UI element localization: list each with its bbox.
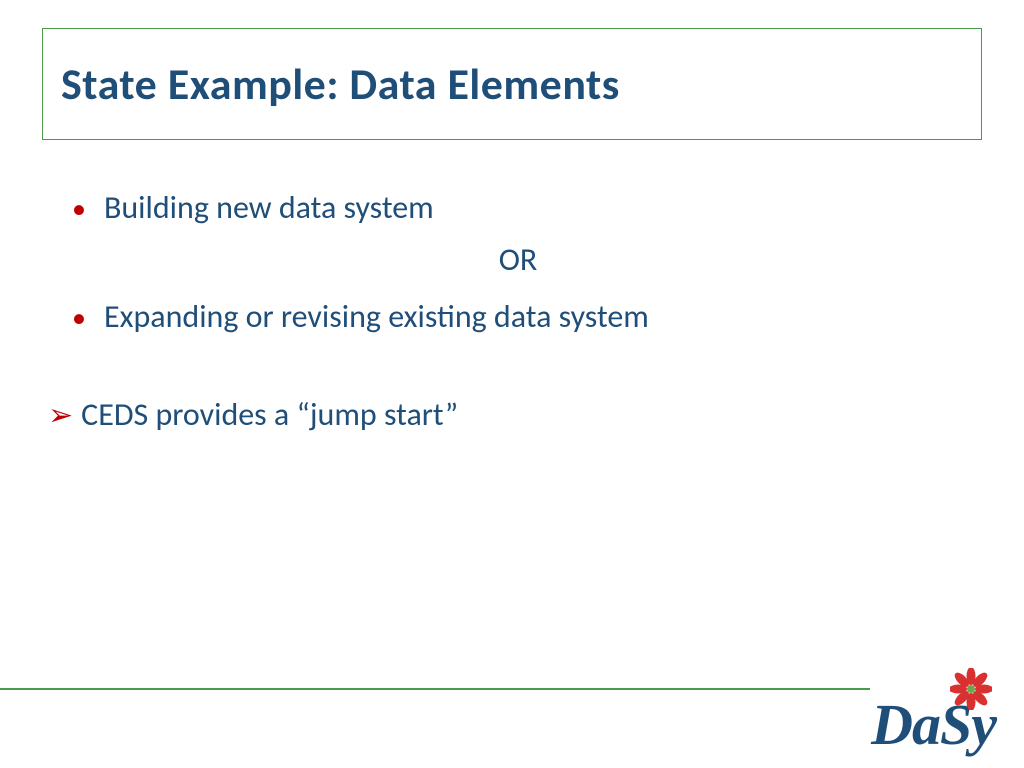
bullet-text: Expanding or revising existing data syst… [104, 294, 649, 340]
content-area: • Building new data system OR • Expandin… [72, 185, 964, 439]
bullet-dot-icon: • [72, 189, 86, 228]
or-separator: OR [72, 237, 964, 283]
bullet-item: • Building new data system [72, 185, 964, 231]
bullet-dot-icon: • [72, 298, 86, 337]
bullet-text: Building new data system [104, 185, 434, 231]
dasy-logo: DaSy [871, 696, 996, 754]
arrow-right-icon: ➢ [48, 394, 73, 438]
divider-line [0, 688, 870, 690]
arrow-item: ➢ CEDS provides a “jump start” [48, 392, 964, 438]
flower-icon [950, 668, 992, 710]
slide-title: State Example: Data Elements [61, 57, 963, 111]
arrow-text: CEDS provides a “jump start” [81, 392, 458, 438]
bullet-item: • Expanding or revising existing data sy… [72, 294, 964, 340]
title-box: State Example: Data Elements [42, 28, 982, 140]
